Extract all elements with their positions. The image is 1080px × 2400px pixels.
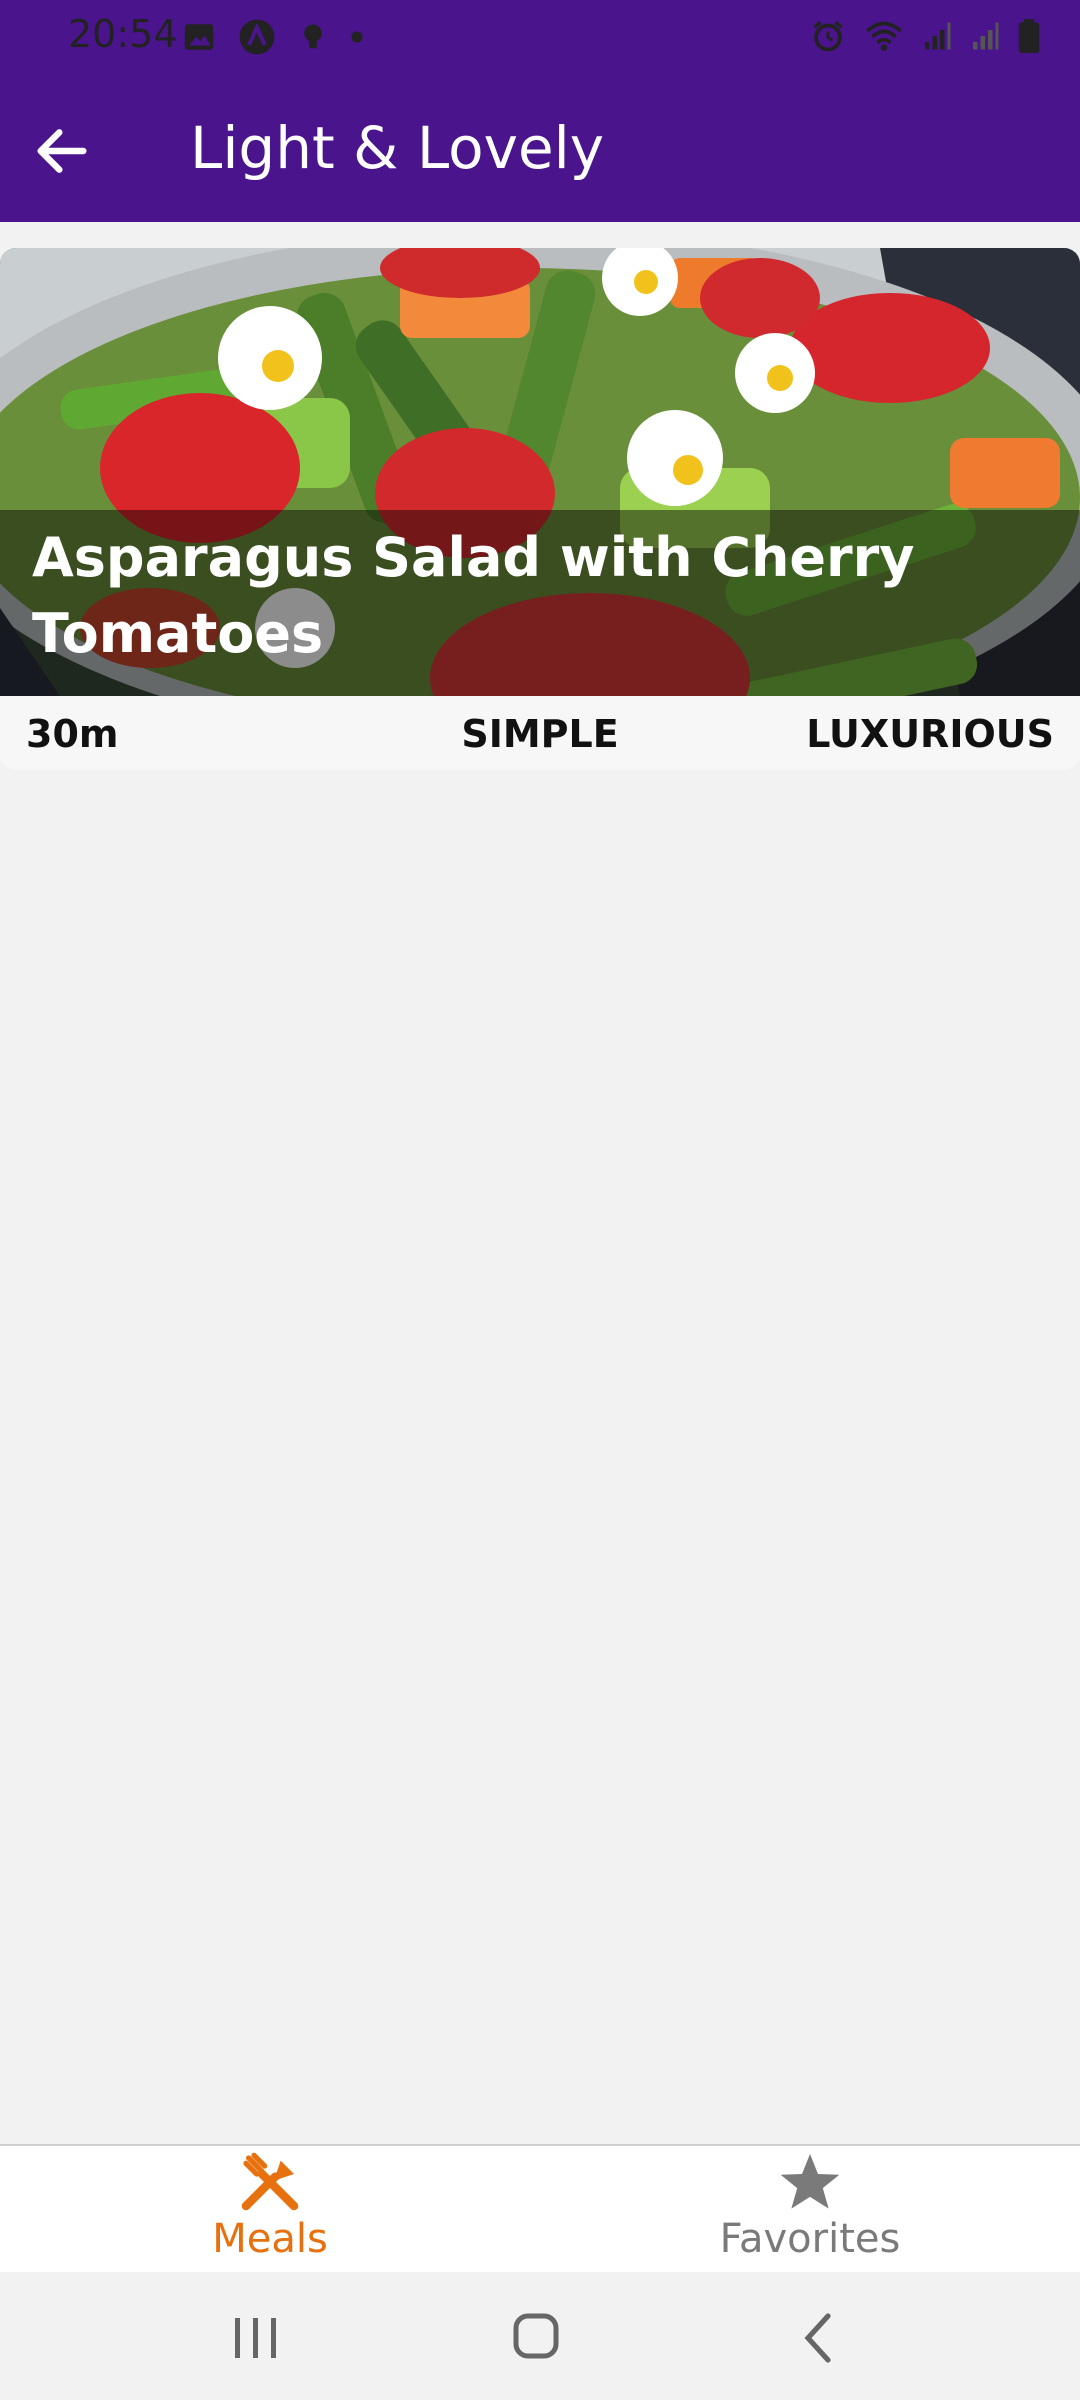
tab-meals-label: Meals: [212, 2216, 328, 2262]
dot-icon: [351, 31, 363, 43]
home-icon: [513, 2313, 559, 2359]
meal-affordability: LUXURIOUS: [806, 712, 1054, 756]
tab-favorites[interactable]: Favorites: [660, 2146, 960, 2274]
status-left-icons: [182, 18, 364, 56]
recent-apps-button[interactable]: [215, 2308, 295, 2368]
meal-info-row: SIMPLE 30m LUXURIOUS: [0, 696, 1080, 770]
signal-icon: [925, 22, 951, 50]
wifi-icon: [866, 21, 902, 51]
star-icon: [780, 2154, 840, 2209]
bulb-icon: [304, 24, 322, 49]
app-bar: Light & Lovely: [0, 76, 1080, 222]
back-button[interactable]: [30, 116, 110, 186]
meal-title: Asparagus Salad with Cherry Tomatoes: [32, 526, 915, 665]
status-right-icons: [810, 18, 1040, 54]
app-notification-icon: [239, 19, 275, 55]
back-icon: [804, 2313, 831, 2363]
status-time: 20:54: [68, 12, 178, 56]
meal-duration: 30m: [26, 712, 119, 756]
fork-knife-icon: [241, 2152, 299, 2211]
system-back-button[interactable]: [780, 2308, 860, 2368]
battery-icon: [1018, 19, 1040, 53]
meal-card[interactable]: Asparagus Salad with Cherry Tomatoes SIM…: [0, 248, 1080, 770]
status-bar: 20:54: [0, 0, 1080, 76]
arrow-back-icon: [37, 129, 87, 173]
alarm-icon: [813, 21, 843, 52]
tab-meals[interactable]: Meals: [120, 2146, 420, 2274]
image-icon: [184, 24, 214, 50]
page-title: Light & Lovely: [190, 114, 605, 182]
signal-icon: [973, 22, 999, 50]
recent-apps-icon: [235, 2318, 276, 2358]
tab-favorites-label: Favorites: [719, 2216, 901, 2262]
bottom-navigation: Meals Favorites: [0, 2144, 1080, 2274]
home-button[interactable]: [496, 2308, 576, 2368]
system-navigation-bar: [0, 2272, 1080, 2400]
